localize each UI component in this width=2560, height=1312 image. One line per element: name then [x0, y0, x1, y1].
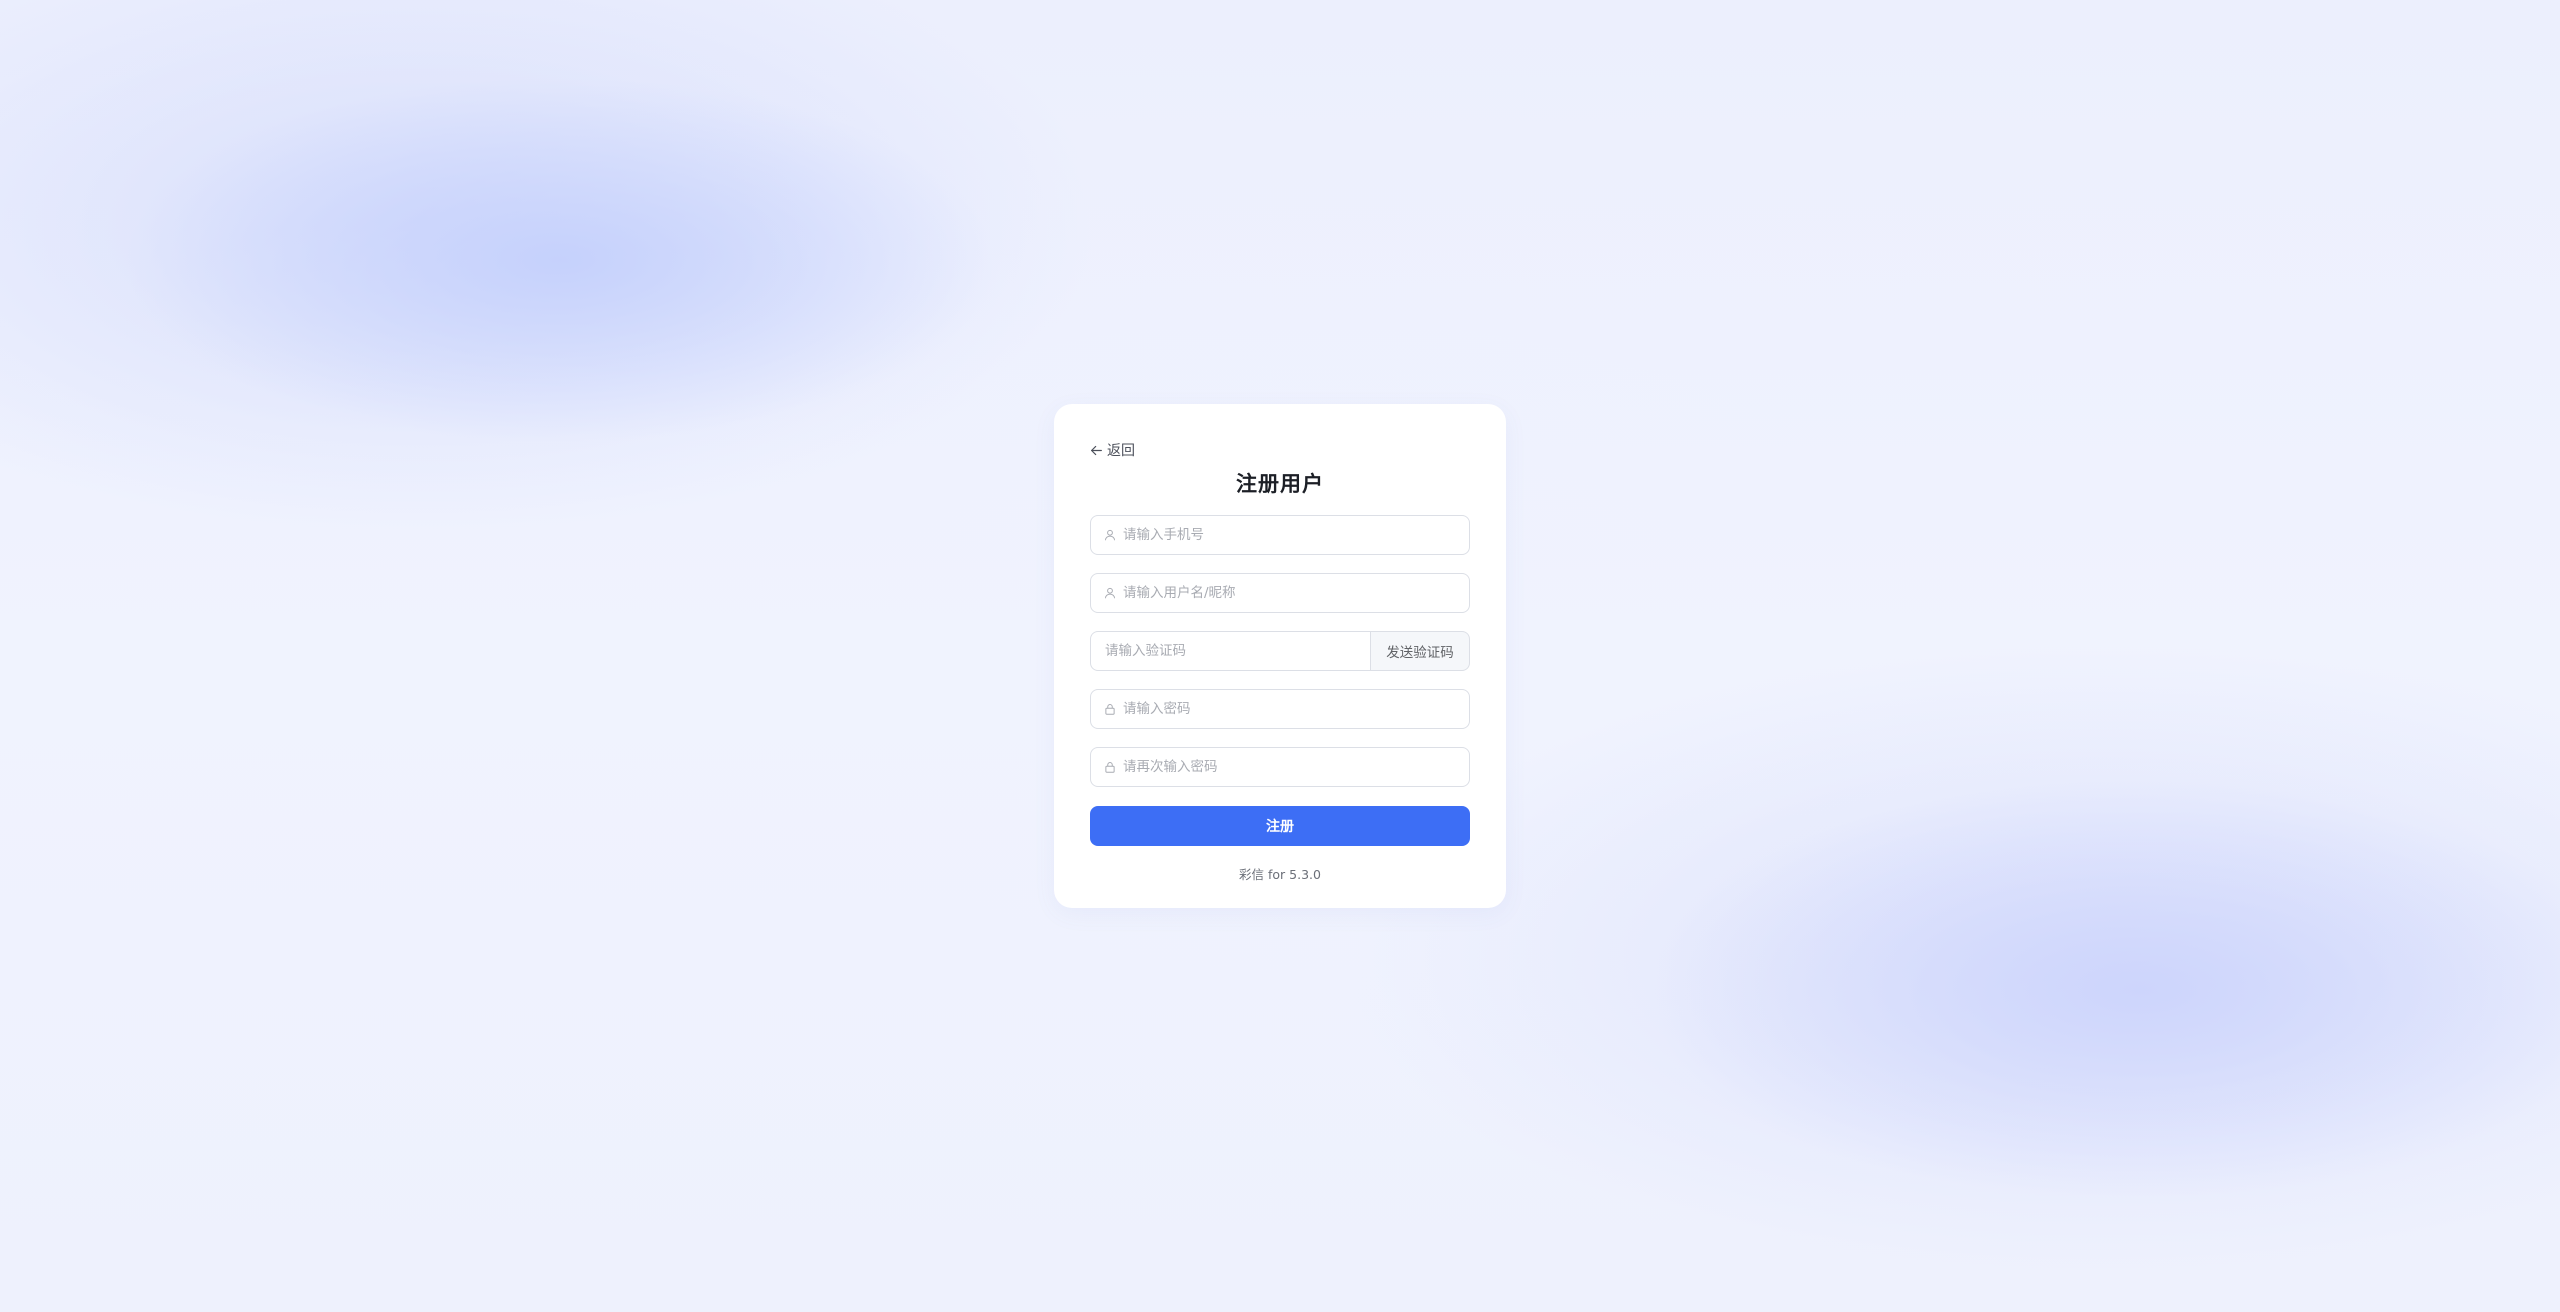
password-field[interactable]: [1090, 689, 1470, 729]
password-input[interactable]: [1123, 701, 1457, 717]
code-field[interactable]: [1090, 631, 1371, 671]
username-input[interactable]: [1123, 585, 1457, 601]
back-label: 返回: [1107, 443, 1135, 459]
send-code-button[interactable]: 发送验证码: [1371, 631, 1470, 671]
phone-field[interactable]: [1090, 515, 1470, 555]
confirm-password-input[interactable]: [1123, 759, 1457, 775]
code-input[interactable]: [1105, 643, 1356, 659]
user-icon: [1103, 528, 1117, 542]
register-button[interactable]: 注册: [1090, 806, 1470, 846]
lock-icon: [1103, 702, 1117, 716]
verification-code-row: 发送验证码: [1090, 631, 1470, 671]
confirm-password-field[interactable]: [1090, 747, 1470, 787]
page-title: 注册用户: [1236, 472, 1324, 496]
username-field[interactable]: [1090, 573, 1470, 613]
back-link[interactable]: 返回: [1090, 440, 1135, 460]
user-icon: [1103, 586, 1117, 600]
phone-input[interactable]: [1123, 527, 1457, 543]
version-text: 彩信 for 5.3.0: [1239, 867, 1321, 882]
arrow-left-icon: [1090, 444, 1103, 457]
lock-icon: [1103, 760, 1117, 774]
register-card: 返回 注册用户 发送验证码: [1054, 404, 1506, 908]
